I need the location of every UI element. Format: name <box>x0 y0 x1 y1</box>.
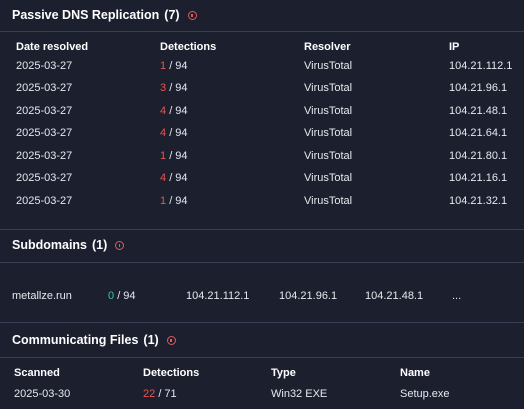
col-ip[interactable]: IP <box>449 41 459 53</box>
detections-total: / 94 <box>169 105 188 117</box>
file-scanned-date: 2025-03-30 <box>14 388 71 400</box>
col-date-resolved[interactable]: Date resolved <box>16 41 88 53</box>
section-divider <box>0 357 524 358</box>
section-title: Subdomains <box>12 238 88 252</box>
dns-date: 2025-03-27 <box>16 172 73 184</box>
detections-hit: 4 <box>160 127 167 139</box>
section-divider <box>0 262 524 263</box>
detections-hit: 3 <box>160 82 167 94</box>
dns-date: 2025-03-27 <box>16 127 73 139</box>
detections-total: / 94 <box>169 127 188 139</box>
dns-date: 2025-03-27 <box>16 105 73 117</box>
dns-detections[interactable]: 4 / 94 <box>160 172 188 184</box>
detections-hit: 4 <box>160 172 167 184</box>
detections-total: / 94 <box>169 195 188 207</box>
dns-ip-link[interactable]: 104.21.112.1 <box>449 60 512 72</box>
col-detections[interactable]: Detections <box>143 367 199 379</box>
dns-resolver: VirusTotal <box>304 105 353 117</box>
section-divider <box>0 229 524 230</box>
dns-ip-link[interactable]: 104.21.96.1 <box>449 82 507 94</box>
dns-ip-link[interactable]: 104.21.64.1 <box>449 127 507 139</box>
subdomains-header: Subdomains (1) <box>0 238 524 252</box>
file-type: Win32 EXE <box>271 388 328 400</box>
dns-resolver: VirusTotal <box>304 172 353 184</box>
detections-total: / 94 <box>169 60 188 72</box>
col-scanned[interactable]: Scanned <box>14 367 60 379</box>
section-count: (1) <box>92 238 108 252</box>
dns-ip-link[interactable]: 104.21.16.1 <box>449 172 507 184</box>
detections-total: / 94 <box>117 290 136 302</box>
col-detections[interactable]: Detections <box>160 41 216 53</box>
dns-date: 2025-03-27 <box>16 150 73 162</box>
subdomain-ip-link[interactable]: 104.21.96.1 <box>279 290 337 302</box>
info-icon[interactable] <box>115 240 125 250</box>
info-icon[interactable] <box>166 335 176 345</box>
detections-total: / 94 <box>169 172 188 184</box>
dns-detections[interactable]: 4 / 94 <box>160 127 188 139</box>
detections-hit: 22 <box>143 388 156 400</box>
detections-hit: 1 <box>160 195 167 207</box>
info-icon[interactable] <box>187 10 197 20</box>
section-divider <box>0 322 524 323</box>
more-ips-ellipsis[interactable]: ... <box>452 290 461 302</box>
dns-resolver: VirusTotal <box>304 60 353 72</box>
dns-detections[interactable]: 1 / 94 <box>160 60 188 72</box>
col-name[interactable]: Name <box>400 367 430 379</box>
section-count: (7) <box>164 8 180 22</box>
detections-hit: 0 <box>108 290 115 302</box>
col-resolver[interactable]: Resolver <box>304 41 350 53</box>
detections-total: / 94 <box>169 82 188 94</box>
dns-detections[interactable]: 3 / 94 <box>160 82 188 94</box>
section-divider <box>0 31 524 32</box>
detections-hit: 4 <box>160 105 167 117</box>
communicating-files-header: Communicating Files (1) <box>0 333 524 347</box>
dns-ip-link[interactable]: 104.21.80.1 <box>449 150 507 162</box>
subdomain-ip-link[interactable]: 104.21.112.1 <box>186 290 249 302</box>
subdomain-ip-link[interactable]: 104.21.48.1 <box>365 290 423 302</box>
dns-resolver: VirusTotal <box>304 195 353 207</box>
dns-resolver: VirusTotal <box>304 150 353 162</box>
dns-detections[interactable]: 1 / 94 <box>160 150 188 162</box>
col-type[interactable]: Type <box>271 367 296 379</box>
subdomain-detections[interactable]: 0 / 94 <box>108 290 136 302</box>
dns-date: 2025-03-27 <box>16 195 73 207</box>
dns-date: 2025-03-27 <box>16 82 73 94</box>
section-count: (1) <box>143 333 159 347</box>
section-title: Passive DNS Replication <box>12 8 160 22</box>
dns-detections[interactable]: 1 / 94 <box>160 195 188 207</box>
subdomain-link[interactable]: metallze.run <box>12 290 72 302</box>
dns-detections[interactable]: 4 / 94 <box>160 105 188 117</box>
passive-dns-header: Passive DNS Replication (7) <box>0 8 524 22</box>
detections-total: / 94 <box>169 150 188 162</box>
detections-hit: 1 <box>160 150 167 162</box>
file-name-link[interactable]: Setup.exe <box>400 388 450 400</box>
file-detections[interactable]: 22 / 71 <box>143 388 177 400</box>
dns-resolver: VirusTotal <box>304 127 353 139</box>
detections-hit: 1 <box>160 60 167 72</box>
dns-ip-link[interactable]: 104.21.48.1 <box>449 105 507 117</box>
section-title: Communicating Files <box>12 333 139 347</box>
detections-total: / 71 <box>158 388 177 400</box>
dns-ip-link[interactable]: 104.21.32.1 <box>449 195 507 207</box>
dns-resolver: VirusTotal <box>304 82 353 94</box>
dns-date: 2025-03-27 <box>16 60 73 72</box>
